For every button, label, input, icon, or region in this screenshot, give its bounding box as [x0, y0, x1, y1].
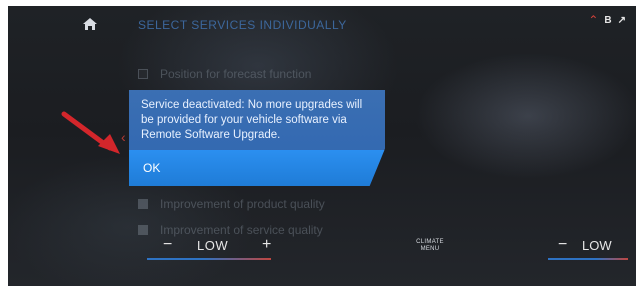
- service-label: Position for forecast function: [160, 67, 312, 81]
- service-label: Improvement of service quality: [160, 223, 323, 237]
- left-climate-control: − LOW +: [147, 236, 283, 262]
- left-temperature-value: LOW: [197, 238, 229, 253]
- red-chevron-icon[interactable]: ⌃: [588, 14, 598, 26]
- ok-button[interactable]: OK: [129, 150, 385, 186]
- service-deactivated-dialog: Service deactivated: No more upgrades wi…: [129, 90, 385, 186]
- small-arrow-icon: ↗: [617, 14, 626, 26]
- temperature-decrease-button[interactable]: −: [558, 236, 567, 254]
- temperature-increase-button[interactable]: +: [262, 236, 271, 254]
- service-label: Improvement of product quality: [160, 197, 325, 211]
- checkbox[interactable]: [138, 69, 148, 79]
- b-icon: B: [604, 14, 612, 26]
- left-temperature-bar: [147, 258, 271, 260]
- checkbox[interactable]: [138, 225, 148, 235]
- page-title: SELECT SERVICES INDIVIDUALLY: [138, 18, 347, 32]
- service-item-product-quality[interactable]: Improvement of product quality: [138, 191, 438, 217]
- climate-menu-button[interactable]: CLIMATE MENU: [412, 239, 448, 253]
- right-climate-control: − LOW: [548, 236, 628, 262]
- temperature-decrease-button[interactable]: −: [163, 236, 172, 254]
- ok-button-label: OK: [143, 161, 161, 175]
- top-right-icons: ⌃ B ↗: [588, 14, 626, 26]
- home-icon[interactable]: [82, 16, 98, 32]
- right-temperature-value: LOW: [582, 238, 612, 253]
- right-temperature-bar: [548, 258, 628, 260]
- dialog-message: Service deactivated: No more upgrades wi…: [141, 99, 363, 141]
- red-arrow-annotation-icon: [61, 111, 120, 154]
- checkbox[interactable]: [138, 199, 148, 209]
- service-item-forecast[interactable]: Position for forecast function: [138, 61, 438, 87]
